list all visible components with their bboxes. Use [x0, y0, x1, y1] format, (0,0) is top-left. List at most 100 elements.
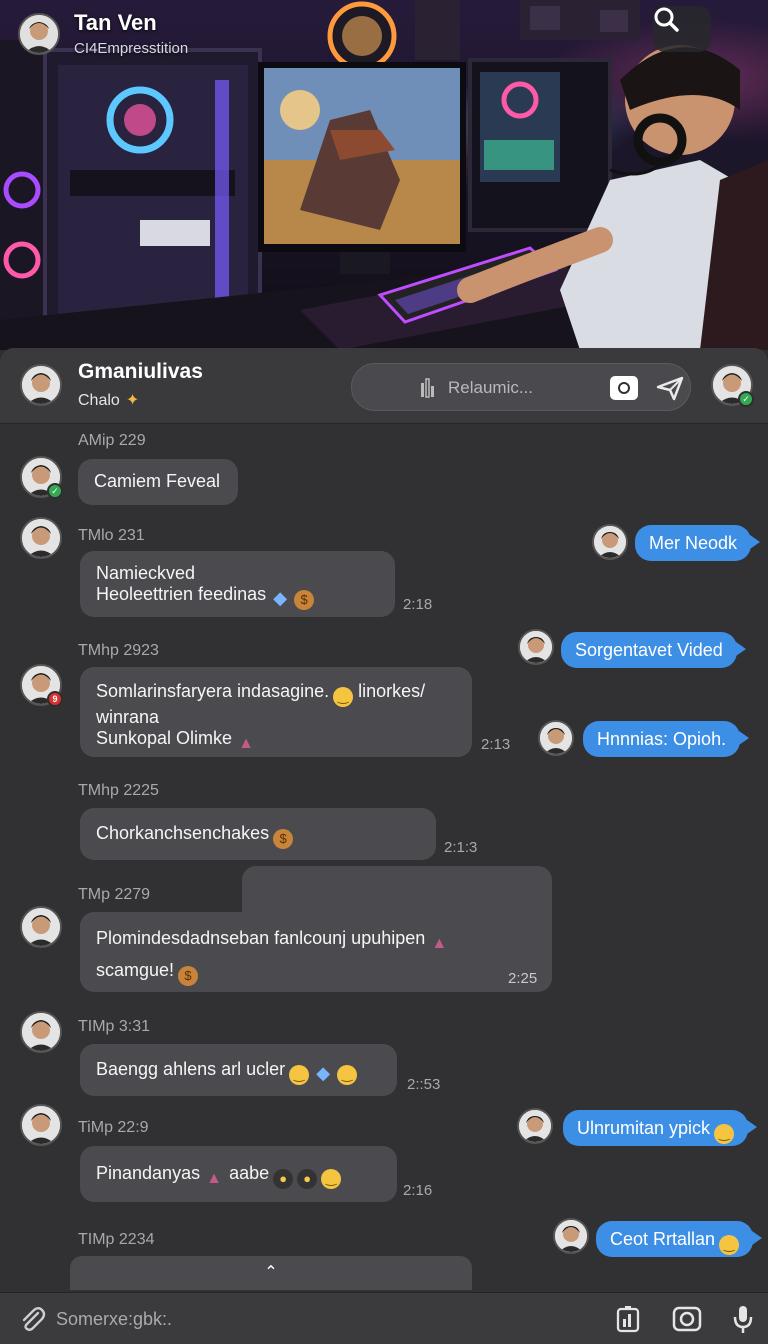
person-avatar-icon	[540, 722, 572, 754]
scroll-up-button[interactable]: ⌃	[70, 1256, 472, 1290]
smile-icon: ‿	[333, 687, 354, 707]
chat-avatar[interactable]	[20, 364, 62, 406]
message-text: Hnnnias: Opioh.	[597, 729, 727, 749]
sender-avatar[interactable]	[518, 629, 554, 665]
message-sender-label: TMlo 231	[78, 527, 145, 544]
chat-status: Chalo ✦	[78, 390, 139, 410]
camera-icon[interactable]	[610, 376, 638, 400]
money-bag-icon: $	[294, 590, 315, 610]
message-sender-label: TiMp 22:9	[78, 1119, 149, 1136]
message-text: Namieckved	[96, 563, 196, 583]
message-bubble[interactable]: Chorkanchsenchakes $	[80, 808, 436, 860]
sender-avatar[interactable]	[20, 517, 62, 559]
person-avatar-icon	[22, 1106, 60, 1144]
chart-icon	[421, 378, 434, 398]
person-avatar-icon	[22, 1013, 60, 1051]
sender-avatar[interactable]	[20, 1104, 62, 1146]
message-text: Camiem Feveal	[94, 471, 221, 491]
person-avatar-icon	[22, 366, 60, 404]
sunglasses-icon: ●	[297, 1169, 318, 1189]
hat-icon: ▲	[431, 935, 448, 952]
message-time: 2:1:3	[444, 839, 478, 856]
online-status-badge: ✓	[47, 483, 63, 499]
hero-profile[interactable]: Tan Ven CI4Empresstition	[18, 10, 188, 57]
message-bubble[interactable]: Baengg ahlens arl ucler ‿ ◆ ‿	[80, 1044, 397, 1096]
camera-icon[interactable]	[672, 1305, 702, 1333]
message-text: Sorgentavet Vided	[575, 640, 723, 660]
search-button[interactable]	[653, 6, 711, 52]
person-avatar-icon	[520, 631, 552, 663]
message-sender-label: AMip 229	[78, 432, 146, 449]
message-bubble[interactable]: Camiem Feveal	[78, 459, 238, 505]
money-bag-icon: $	[273, 829, 294, 849]
sender-avatar[interactable]	[517, 1108, 553, 1144]
sender-avatar[interactable]	[553, 1218, 589, 1254]
hat-icon: ▲	[206, 1170, 223, 1187]
sunglasses-icon: ●	[273, 1169, 294, 1189]
message-sender-label: TMp 2279	[78, 886, 151, 903]
mic-icon[interactable]	[732, 1305, 754, 1335]
outgoing-message-bubble[interactable]: Hnnnias: Opioh.	[583, 721, 750, 757]
sender-avatar[interactable]	[592, 524, 628, 560]
message-sender-label: TIMp 2234	[78, 1231, 155, 1248]
sender-avatar[interactable]	[20, 1011, 62, 1053]
send-icon[interactable]	[656, 375, 684, 401]
message-bubble[interactable]: Plomindesdadnseban fanlcounj upuhipen ▲ s…	[80, 912, 552, 992]
message-text: Chorkanchsenchakes	[96, 823, 270, 843]
sender-avatar[interactable]: 9	[20, 664, 63, 707]
chart-icon[interactable]	[616, 1305, 640, 1333]
sparkle-icon: ✦	[125, 392, 140, 409]
person-avatar-icon	[519, 1110, 551, 1142]
smile-icon: ‿	[289, 1065, 310, 1085]
outgoing-message-bubble[interactable]: Sorgentavet Vided	[561, 632, 746, 668]
person-avatar-icon	[555, 1220, 587, 1252]
message-bubble-tab	[242, 866, 552, 916]
notification-badge: 9	[47, 691, 63, 707]
message-bubble[interactable]: Pinandanyas ▲ aabe ● ● ‿	[80, 1146, 397, 1202]
online-status-badge: ✓	[738, 391, 754, 407]
smile-icon: ‿	[719, 1235, 740, 1255]
message-text: Heoleettrien feedinas	[96, 584, 267, 604]
message-bubble[interactable]: Namieckved Heoleettrien feedinas ◆ $	[80, 551, 395, 617]
message-text: Ulnrumitan ypick	[577, 1118, 711, 1138]
hero-subtitle: CI4Empresstition	[74, 40, 189, 57]
message-text: winrana	[96, 707, 160, 727]
message-text: Mer Neodk	[649, 533, 738, 553]
person-avatar-icon	[594, 526, 626, 558]
message-text: Plomindesdadnseban fanlcounj upuhipen	[96, 928, 426, 948]
message-text: aabe	[229, 1163, 270, 1183]
message-composer	[0, 1292, 768, 1344]
message-time: 2:13	[481, 736, 511, 753]
hero-avatar[interactable]	[18, 12, 60, 55]
outgoing-message-bubble[interactable]: Ceot Rrtallan ‿	[596, 1221, 763, 1257]
sender-avatar[interactable]: ✓	[20, 456, 63, 499]
message-input[interactable]	[56, 1303, 576, 1335]
chat-search-field[interactable]: Relaumic...	[351, 363, 691, 411]
outgoing-message-bubble[interactable]: Ulnrumitan ypick ‿	[563, 1110, 758, 1146]
hat-icon: ▲	[238, 735, 254, 752]
smile-icon: ‿	[714, 1124, 735, 1144]
sender-avatar[interactable]	[538, 720, 574, 756]
money-bag-icon: $	[178, 966, 199, 986]
message-time: 2::53	[407, 1076, 441, 1093]
outgoing-message-bubble[interactable]: Mer Neodk	[635, 525, 761, 561]
person-avatar-icon	[22, 519, 60, 557]
smile-icon: ‿	[321, 1169, 342, 1189]
message-sender-label: TIMp 3:31	[78, 1018, 151, 1035]
message-text: Pinandanyas	[96, 1163, 201, 1183]
message-bubble[interactable]: Somlarinsfaryera indasagine. ‿ linorkes/ …	[80, 667, 472, 757]
message-time: 2:16	[403, 1182, 433, 1199]
chevron-up-icon: ⌃	[264, 1264, 278, 1281]
participant-avatar[interactable]: ✓	[711, 364, 754, 407]
smile-icon: ‿	[337, 1065, 358, 1085]
message-text: scamgue!	[96, 960, 175, 980]
person-avatar-icon	[20, 14, 58, 53]
gem-icon: ◆	[316, 1063, 331, 1083]
attach-icon[interactable]	[18, 1305, 46, 1333]
person-avatar-icon	[22, 908, 60, 946]
gem-icon: ◆	[273, 588, 288, 608]
chat-title: Gmaniulivas	[78, 360, 203, 383]
hero-banner: Tan Ven CI4Empresstition	[0, 0, 768, 350]
sender-avatar[interactable]	[20, 906, 62, 948]
chat-search-placeholder: Relaumic...	[448, 378, 534, 397]
